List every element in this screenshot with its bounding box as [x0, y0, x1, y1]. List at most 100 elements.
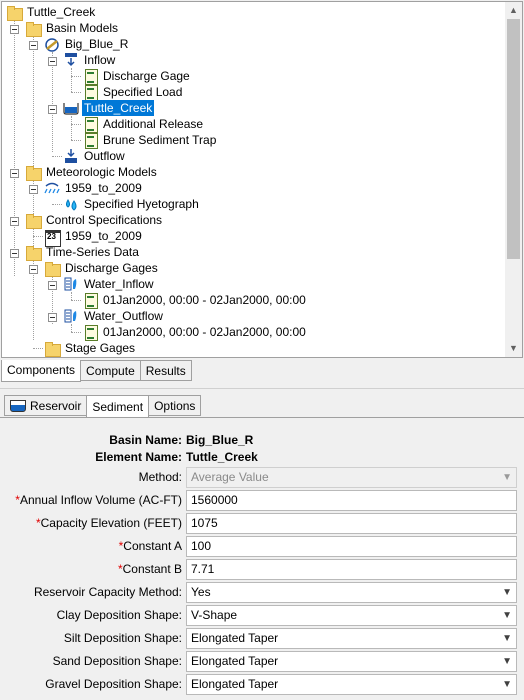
- folder-icon: [44, 340, 61, 357]
- chevron-down-icon: ▼: [502, 656, 512, 667]
- tab-compute[interactable]: Compute: [80, 360, 141, 381]
- gravel-deposition-select[interactable]: Elongated Taper ▼: [186, 674, 517, 695]
- tree-item-water-outflow[interactable]: Water_Outflow: [63, 308, 165, 324]
- element-name-row: Element Name: Tuttle_Creek: [0, 447, 524, 469]
- tab-options[interactable]: Options: [148, 395, 202, 416]
- gravel-deposition-value: Elongated Taper: [191, 677, 279, 691]
- tree-item-control-specifications[interactable]: Control Specifications: [25, 212, 164, 229]
- collapse-toggle[interactable]: [48, 57, 57, 66]
- editor-tabs: Reservoir Sediment Options: [4, 395, 202, 418]
- tree-item-big-blue-r[interactable]: Big_Blue_R: [44, 36, 130, 52]
- sand-deposition-value: Elongated Taper: [191, 654, 279, 668]
- collapse-toggle[interactable]: [10, 249, 19, 258]
- reservoir-icon: [10, 399, 26, 412]
- tree-item-specified-hyetograph[interactable]: Specified Hyetograph: [63, 196, 201, 212]
- basin-name-label: Basin Name:: [109, 433, 182, 447]
- capacity-elevation-input[interactable]: 1075: [186, 513, 517, 534]
- tree-item-label: 01Jan2000, 00:00 - 02Jan2000, 00:00: [103, 325, 306, 339]
- tree-item-label: Additional Release: [103, 117, 204, 131]
- reservoir-capacity-method-select[interactable]: Yes ▼: [186, 582, 517, 603]
- tree-item-label: 01Jan2000, 00:00 - 02Jan2000, 00:00: [103, 293, 306, 307]
- gage-doc-icon: [82, 292, 98, 309]
- silt-deposition-value: Elongated Taper: [191, 631, 279, 645]
- tree-item-label: 1959_to_2009: [65, 181, 142, 195]
- tab-components[interactable]: Components: [1, 360, 82, 382]
- sand-deposition-label: Sand Deposition Shape:: [52, 654, 182, 668]
- gage-icon: [63, 308, 79, 324]
- constant-a-input[interactable]: 100: [186, 536, 517, 557]
- tree-item-discharge-gages[interactable]: Discharge Gages: [44, 260, 160, 277]
- constant-a-label-text: Constant A: [123, 539, 182, 553]
- gage-doc-icon: [82, 84, 98, 101]
- method-value: Average Value: [191, 470, 269, 484]
- scrollbar-thumb[interactable]: [507, 19, 520, 259]
- tree-item-met-1959-2009[interactable]: 1959_to_2009: [44, 180, 144, 196]
- explorer-tabs: Components Compute Results: [1, 360, 192, 382]
- scroll-up-arrow-icon[interactable]: ▲: [505, 2, 522, 19]
- tree-item-specified-load[interactable]: Specified Load: [82, 84, 184, 101]
- tree-item-water-inflow[interactable]: Water_Inflow: [63, 276, 156, 292]
- constant-b-row: *Constant B 7.71: [0, 559, 524, 581]
- annual-inflow-row: *Annual Inflow Volume (AC-FT) 1560000: [0, 490, 524, 512]
- tree-item-label: Meteorologic Models: [46, 165, 157, 179]
- collapse-toggle[interactable]: [29, 185, 38, 194]
- collapse-toggle[interactable]: [48, 105, 57, 114]
- collapse-toggle[interactable]: [10, 169, 19, 178]
- tree-item-discharge-gage[interactable]: Discharge Gage: [82, 68, 192, 85]
- collapse-toggle[interactable]: [29, 265, 38, 274]
- method-row: Method: Average Value ▼: [0, 467, 524, 489]
- tree-item-label: Discharge Gages: [65, 261, 158, 275]
- constant-b-input[interactable]: 7.71: [186, 559, 517, 580]
- tree-item-additional-release[interactable]: Additional Release: [82, 116, 205, 133]
- tree-scrollbar[interactable]: ▲ ▼: [505, 2, 522, 357]
- gage-icon: [63, 276, 79, 292]
- tree-item-label: Specified Hyetograph: [84, 197, 199, 211]
- gage-doc-icon: [82, 132, 98, 149]
- annual-inflow-input[interactable]: 1560000: [186, 490, 517, 511]
- chevron-down-icon: ▼: [502, 679, 512, 690]
- tree-item-inflow[interactable]: Inflow: [63, 52, 117, 68]
- tab-results[interactable]: Results: [139, 360, 192, 381]
- tree-item-meteorologic-models[interactable]: Meteorologic Models: [25, 164, 159, 181]
- collapse-toggle[interactable]: [10, 217, 19, 226]
- sand-deposition-select[interactable]: Elongated Taper ▼: [186, 651, 517, 672]
- reservoir-icon: [63, 100, 79, 116]
- gage-doc-icon: [82, 324, 98, 341]
- panel-divider[interactable]: [0, 388, 524, 389]
- tab-sediment[interactable]: Sediment: [86, 395, 150, 418]
- tree-item-root[interactable]: Tuttle_Creek: [6, 4, 97, 21]
- constant-a-row: *Constant A 100: [0, 536, 524, 558]
- annual-inflow-label-text: Annual Inflow Volume (AC-FT): [19, 493, 182, 507]
- collapse-toggle[interactable]: [48, 313, 57, 322]
- folder-icon: [6, 4, 23, 21]
- tree-item-inflow-timewindow[interactable]: 01Jan2000, 00:00 - 02Jan2000, 00:00: [82, 292, 308, 309]
- tree-item-brune-sediment-trap[interactable]: Brune Sediment Trap: [82, 132, 218, 149]
- tree-item-outflow[interactable]: Outflow: [63, 148, 127, 164]
- capacity-elevation-label: *Capacity Elevation (FEET): [36, 516, 182, 530]
- sediment-form: Basin Name: Big_Blue_R Element Name: Tut…: [0, 417, 524, 700]
- gage-doc-icon: [82, 116, 98, 133]
- tree-item-time-series-data[interactable]: Time-Series Data: [25, 244, 141, 261]
- tree-item-basin-models[interactable]: Basin Models: [25, 20, 120, 37]
- method-select: Average Value ▼: [186, 467, 517, 488]
- chevron-down-icon: ▼: [502, 587, 512, 598]
- tab-reservoir[interactable]: Reservoir: [4, 395, 88, 416]
- tab-label: Reservoir: [30, 398, 82, 413]
- clay-deposition-select[interactable]: V-Shape ▼: [186, 605, 517, 626]
- tree-item-outflow-timewindow[interactable]: 01Jan2000, 00:00 - 02Jan2000, 00:00: [82, 324, 308, 341]
- collapse-toggle[interactable]: [48, 281, 57, 290]
- tree-item-tuttle-creek-reservoir[interactable]: Tuttle_Creek: [63, 100, 155, 116]
- tree-item-stage-gages[interactable]: Stage Gages: [44, 340, 137, 357]
- tree-item-control-1959-2009[interactable]: 1959_to_2009: [44, 228, 144, 247]
- tree-item-label: Stage Gages: [65, 341, 136, 355]
- gage-doc-icon: [82, 68, 98, 85]
- collapse-toggle[interactable]: [29, 41, 38, 50]
- silt-deposition-select[interactable]: Elongated Taper ▼: [186, 628, 517, 649]
- scroll-down-arrow-icon[interactable]: ▼: [505, 340, 522, 357]
- sand-deposition-row: Sand Deposition Shape: Elongated Taper ▼: [0, 651, 524, 673]
- collapse-toggle[interactable]: [10, 25, 19, 34]
- gravel-deposition-label: Gravel Deposition Shape:: [45, 677, 182, 691]
- folder-icon: [25, 212, 42, 229]
- component-tree[interactable]: Tuttle_Creek Basin Models Big_Blue_R Inf…: [1, 1, 523, 358]
- tree-item-label: Time-Series Data: [46, 245, 139, 259]
